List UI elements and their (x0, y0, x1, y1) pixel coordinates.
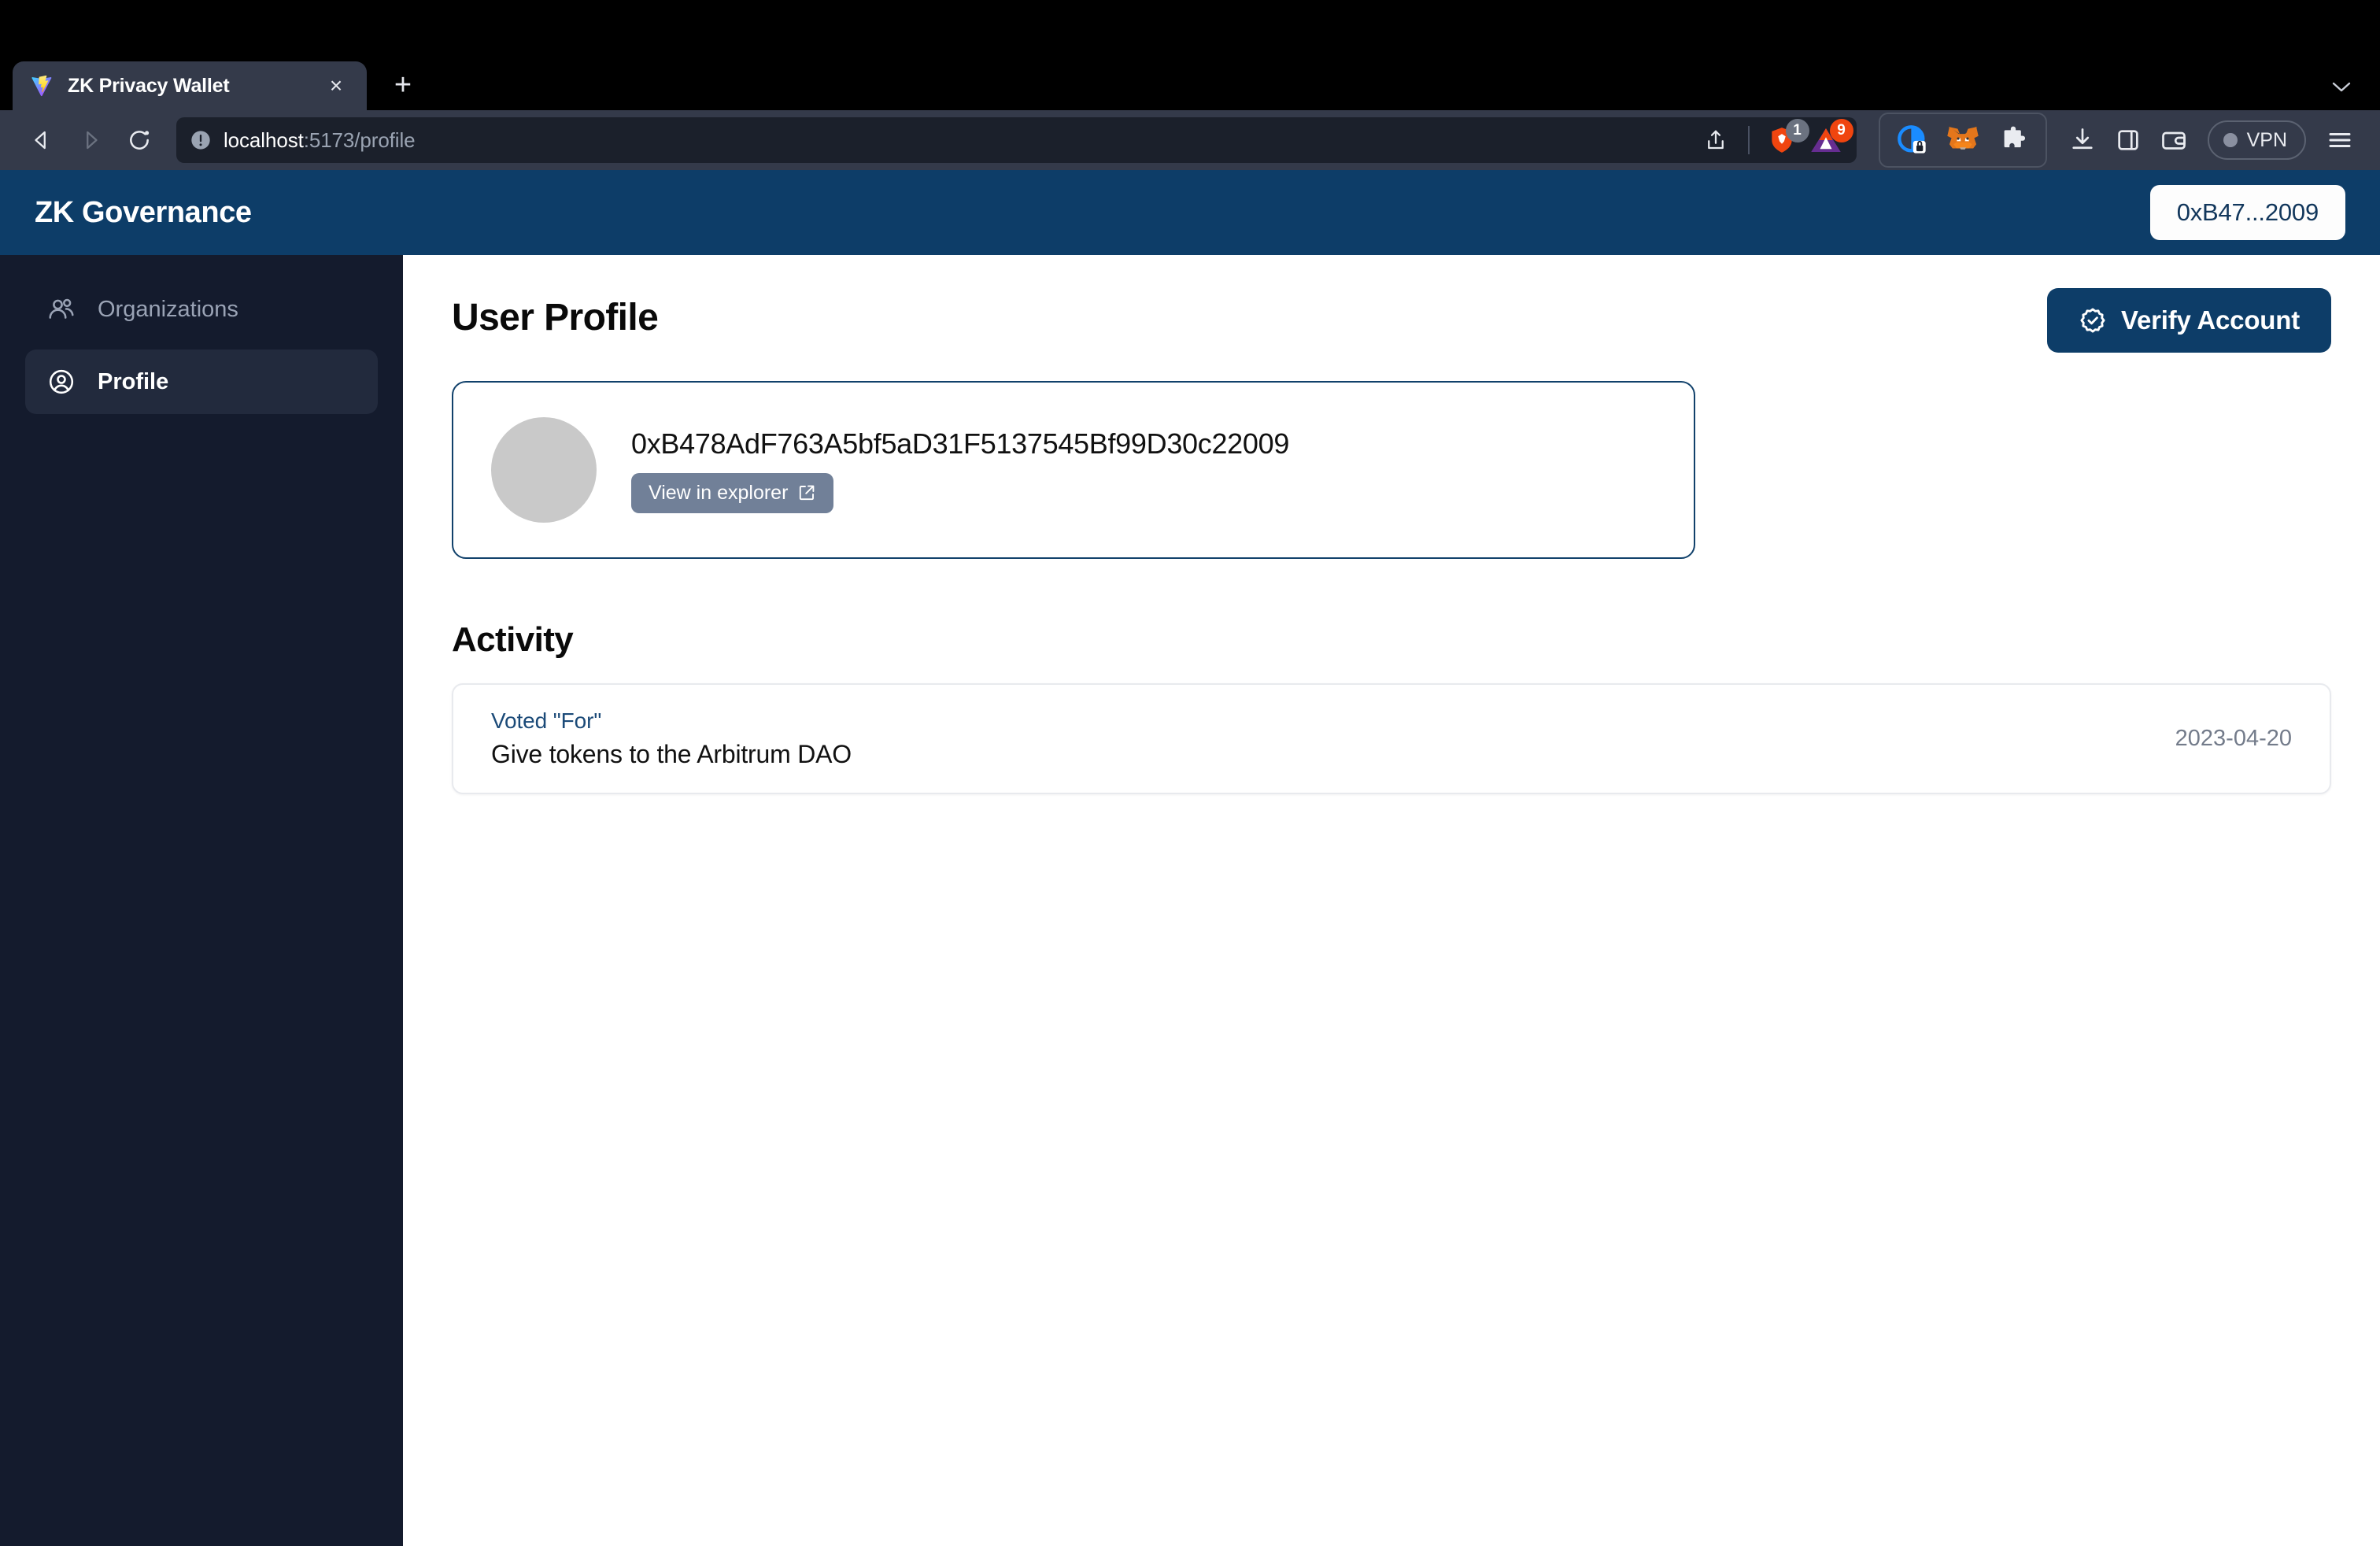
page-header: User Profile Verify Account (452, 288, 2331, 353)
sidebar-item-profile[interactable]: Profile (25, 350, 378, 414)
reload-icon[interactable] (116, 117, 162, 163)
app-brand-title: ZK Governance (35, 195, 252, 229)
view-in-explorer-button[interactable]: View in explorer (631, 472, 834, 513)
verify-account-button[interactable]: Verify Account (2046, 288, 2331, 353)
wallet-icon[interactable] (2153, 119, 2195, 161)
activity-row-main: Voted "For" Give tokens to the Arbitrum … (491, 708, 852, 769)
url-host: localhost (224, 128, 304, 152)
wallet-address-full: 0xB478AdF763A5bf5aD31F5137545Bf99D30c220… (631, 427, 1290, 460)
sidebar-item-organizations[interactable]: Organizations (25, 277, 378, 342)
browser-tab[interactable]: ZK Privacy Wallet × (13, 61, 367, 110)
download-icon[interactable] (2061, 119, 2104, 161)
verify-account-label: Verify Account (2120, 305, 2300, 335)
profile-address-block: 0xB478AdF763A5bf5aD31F5137545Bf99D30c220… (631, 427, 1289, 513)
sidebar-item-label: Profile (98, 368, 169, 394)
external-link-icon (797, 483, 816, 502)
activity-list: Voted "For" Give tokens to the Arbitrum … (452, 683, 2331, 794)
sidebar: Organizations Profile (0, 255, 403, 1546)
view-in-explorer-label: View in explorer (649, 481, 789, 504)
vite-logo-icon (30, 74, 54, 98)
close-icon[interactable]: × (323, 72, 349, 99)
forward-arrow-icon (68, 117, 113, 163)
new-tab-button[interactable]: + (381, 63, 425, 107)
address-bar[interactable]: localhost:5173/profile 1 9 (176, 117, 1857, 163)
browser-window: ZK Privacy Wallet × + localhost:5173/pro… (0, 0, 2380, 1546)
url-path: :5173/profile (303, 128, 416, 152)
sidebar-panel-icon[interactable] (2107, 119, 2149, 161)
rewards-badge-count: 9 (1829, 119, 1853, 142)
activity-kind: Voted "For" (491, 708, 602, 733)
not-secure-info-icon[interactable] (189, 128, 213, 152)
avatar (491, 417, 597, 523)
vpn-label: VPN (2246, 128, 2287, 151)
chevron-down-icon[interactable] (2331, 77, 2352, 98)
privacy-badger-icon[interactable] (1891, 119, 1934, 161)
shields-badge-count: 1 (1785, 119, 1809, 142)
browser-toolbar: localhost:5173/profile 1 9 VPN (0, 110, 2380, 170)
badge-check-icon (2079, 306, 2107, 335)
web-page: ZK Governance 0xB47...2009 Organizations (0, 170, 2380, 1546)
activity-title: Activity (452, 620, 574, 659)
page-title: User Profile (452, 297, 659, 338)
share-icon[interactable] (1698, 122, 1734, 158)
profile-card: 0xB478AdF763A5bf5aD31F5137545Bf99D30c220… (452, 381, 1695, 559)
app-header: ZK Governance 0xB47...2009 (0, 170, 2380, 255)
puzzle-extensions-icon[interactable] (1992, 119, 2034, 161)
tab-title: ZK Privacy Wallet (68, 74, 230, 97)
hamburger-menu-icon[interactable] (2319, 119, 2361, 161)
back-arrow-icon[interactable] (19, 117, 65, 163)
brave-rewards-icon[interactable]: 9 (1808, 119, 1853, 158)
main-content: User Profile Verify Account 0xB478AdF763… (403, 255, 2380, 1546)
address-bar-actions: 1 9 (1698, 119, 1853, 158)
app-body: Organizations Profile User Profile Verif… (0, 255, 2380, 1546)
tab-strip: ZK Privacy Wallet × + (0, 49, 2380, 110)
vpn-toggle[interactable]: VPN (2207, 120, 2306, 160)
activity-date: 2023-04-20 (2175, 726, 2292, 751)
metamask-fox-icon[interactable] (1942, 119, 1984, 161)
activity-row[interactable]: Voted "For" Give tokens to the Arbitrum … (452, 683, 2331, 794)
users-icon (46, 294, 77, 325)
url-text: localhost:5173/profile (224, 128, 1687, 153)
extension-group (1878, 113, 2047, 168)
vpn-status-dot (2223, 133, 2238, 147)
browser-toolbar-right: VPN (1878, 113, 2361, 168)
window-titlebar (0, 0, 2380, 49)
wallet-address-button[interactable]: 0xB47...2009 (2149, 185, 2345, 240)
sidebar-item-label: Organizations (98, 296, 238, 322)
user-circle-icon (46, 366, 77, 398)
activity-description: Give tokens to the Arbitrum DAO (491, 740, 852, 768)
brave-shields-icon[interactable]: 1 (1764, 119, 1809, 158)
toolbar-divider (1747, 126, 1750, 154)
